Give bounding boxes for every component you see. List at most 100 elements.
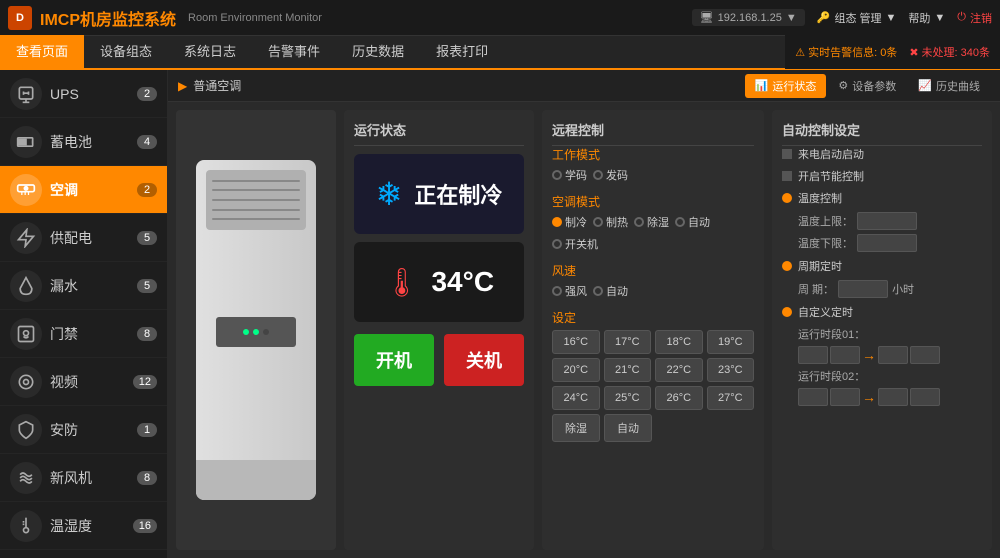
snowflake-icon: ❄ xyxy=(376,175,403,213)
tab-device-params[interactable]: ⚙ 设备参数 xyxy=(828,74,906,98)
temp-btn-24[interactable]: 24°C xyxy=(552,386,600,410)
cooling-status: ❄ 正在制冷 xyxy=(354,154,524,234)
vent-line-4 xyxy=(212,209,300,211)
nav-report-print[interactable]: 报表打印 xyxy=(420,35,504,69)
time-inputs-1: → xyxy=(798,346,940,364)
help-button[interactable]: 帮助 ▼ xyxy=(908,10,945,26)
temp-btn-22[interactable]: 22°C xyxy=(655,358,703,382)
temp-humidity-badge: 16 xyxy=(133,519,157,533)
temp-btn-23[interactable]: 23°C xyxy=(707,358,755,382)
power-off-button[interactable]: 关机 xyxy=(444,334,524,386)
power-on-button[interactable]: 开机 xyxy=(354,334,434,386)
main-area: UPS 2 蓄电池 4 空调 2 供配电 5 xyxy=(0,70,1000,558)
temp-upper-row: 温度上限： xyxy=(798,212,982,230)
temp-btn-21[interactable]: 21°C xyxy=(604,358,652,382)
temp-btn-16[interactable]: 16°C xyxy=(552,330,600,354)
special-btn-dehumid[interactable]: 除湿 xyxy=(552,414,600,442)
time-box-1a[interactable] xyxy=(798,346,828,364)
temp-btn-26[interactable]: 26°C xyxy=(655,386,703,410)
time-box-2d[interactable] xyxy=(910,388,940,406)
temp-btn-17[interactable]: 17°C xyxy=(604,330,652,354)
breadcrumb-text: 普通空调 xyxy=(193,77,241,94)
control-btn-row: 开机 关机 xyxy=(354,334,524,386)
wind-auto[interactable]: 自动 xyxy=(593,283,628,299)
nav-system-log[interactable]: 系统日志 xyxy=(168,35,252,69)
security-badge: 1 xyxy=(137,423,157,437)
nav-history-data[interactable]: 历史数据 xyxy=(336,35,420,69)
device-params-icon: ⚙ xyxy=(838,79,848,92)
org-button[interactable]: 🔑 组态 管理 ▼ xyxy=(817,10,897,26)
temp-humidity-icon xyxy=(10,510,42,542)
content-area: ▶ 普通空调 📊 运行状态 ⚙ 设备参数 📈 历史曲线 xyxy=(168,70,1000,558)
display-dot-1 xyxy=(243,329,249,335)
sidebar-item-access[interactable]: 门禁 8 xyxy=(0,310,167,358)
sidebar-item-power[interactable]: 供配电 5 xyxy=(0,214,167,262)
ac-icon xyxy=(10,174,42,206)
temp-upper-input[interactable] xyxy=(857,212,917,230)
video-badge: 12 xyxy=(133,375,157,389)
ac-mode-auto[interactable]: 自动 xyxy=(675,214,710,230)
tab-run-status[interactable]: 📊 运行状态 xyxy=(745,74,827,98)
ac-vents xyxy=(206,170,306,230)
ac-mode-heat[interactable]: 制热 xyxy=(593,214,628,230)
work-mode-learn[interactable]: 学码 xyxy=(552,167,587,183)
ac-mode-switch[interactable]: 开关机 xyxy=(552,236,598,252)
time-box-1d[interactable] xyxy=(910,346,940,364)
temp-btn-18[interactable]: 18°C xyxy=(655,330,703,354)
ip-dropdown-icon[interactable]: ▼ xyxy=(786,12,797,24)
ac-mode-section: 空调模式 制冷 制热 除湿 自动 开关机 xyxy=(552,193,754,252)
arrow-icon-1: → xyxy=(862,347,876,363)
temp-display: 🌡 34°C xyxy=(354,242,524,322)
sidebar-item-security[interactable]: 安防 1 xyxy=(0,406,167,454)
sidebar-item-battery[interactable]: 蓄电池 4 xyxy=(0,118,167,166)
sidebar-item-temp-humidity[interactable]: 温湿度 16 xyxy=(0,502,167,550)
square-dot-1 xyxy=(782,149,792,159)
wind-strong[interactable]: 强风 xyxy=(552,283,587,299)
battery-badge: 4 xyxy=(137,135,157,149)
ac-unit xyxy=(196,160,316,500)
period-input[interactable] xyxy=(838,280,888,298)
time-box-1b[interactable] xyxy=(830,346,860,364)
temp-btn-20[interactable]: 20°C xyxy=(552,358,600,382)
ups-icon xyxy=(10,78,42,110)
battery-label: 蓄电池 xyxy=(50,132,129,152)
sidebar-item-ac[interactable]: 空调 2 xyxy=(0,166,167,214)
security-label: 安防 xyxy=(50,420,129,440)
work-mode-send[interactable]: 发码 xyxy=(593,167,628,183)
sidebar-item-video[interactable]: 视频 12 xyxy=(0,358,167,406)
auto-period-timer-item: 周期定时 xyxy=(782,258,982,274)
nav-alarm-event[interactable]: 告警事件 xyxy=(252,35,336,69)
sidebar-item-fresh-air[interactable]: 新风机 8 xyxy=(0,454,167,502)
radio-dot-dehumid xyxy=(634,217,644,227)
power-label: 供配电 xyxy=(50,228,129,248)
temp-btn-25[interactable]: 25°C xyxy=(604,386,652,410)
temp-lower-row: 温度下限： xyxy=(798,234,982,252)
temp-lower-input[interactable] xyxy=(857,234,917,252)
special-btn-auto[interactable]: 自动 xyxy=(604,414,652,442)
ac-mode-cool[interactable]: 制冷 xyxy=(552,214,587,230)
auto-energy-save-item: 开启节能控制 xyxy=(782,168,982,184)
time-box-2b[interactable] xyxy=(830,388,860,406)
tab-history-curve[interactable]: 📈 历史曲线 xyxy=(908,74,990,98)
wind-options: 强风 自动 xyxy=(552,283,754,299)
time-box-2c[interactable] xyxy=(878,388,908,406)
alert-error: ✖ 未处理: 340条 xyxy=(909,44,990,60)
nav-view-page[interactable]: 查看页面 xyxy=(0,35,84,69)
warn-icon: ⚠ xyxy=(795,46,805,59)
nav-device-config[interactable]: 设备组态 xyxy=(84,35,168,69)
logo: D IMCP机房监控系统 Room Environment Monitor xyxy=(8,6,322,30)
time-box-1c[interactable] xyxy=(878,346,908,364)
ac-mode-dehumid[interactable]: 除湿 xyxy=(634,214,669,230)
vent-line-5 xyxy=(212,218,300,220)
access-label: 门禁 xyxy=(50,324,129,344)
sidebar-item-ups[interactable]: UPS 2 xyxy=(0,70,167,118)
temp-btn-19[interactable]: 19°C xyxy=(707,330,755,354)
error-icon: ✖ xyxy=(909,46,918,59)
temp-btn-27[interactable]: 27°C xyxy=(707,386,755,410)
round-dot-2 xyxy=(782,261,792,271)
header: D IMCP机房监控系统 Room Environment Monitor 🖥 … xyxy=(0,0,1000,36)
sidebar-item-leak[interactable]: 漏水 5 xyxy=(0,262,167,310)
time-box-2a[interactable] xyxy=(798,388,828,406)
run-period1-row: 运行时段01： → xyxy=(798,326,982,364)
logout-button[interactable]: ⏻ 注销 xyxy=(957,10,992,26)
